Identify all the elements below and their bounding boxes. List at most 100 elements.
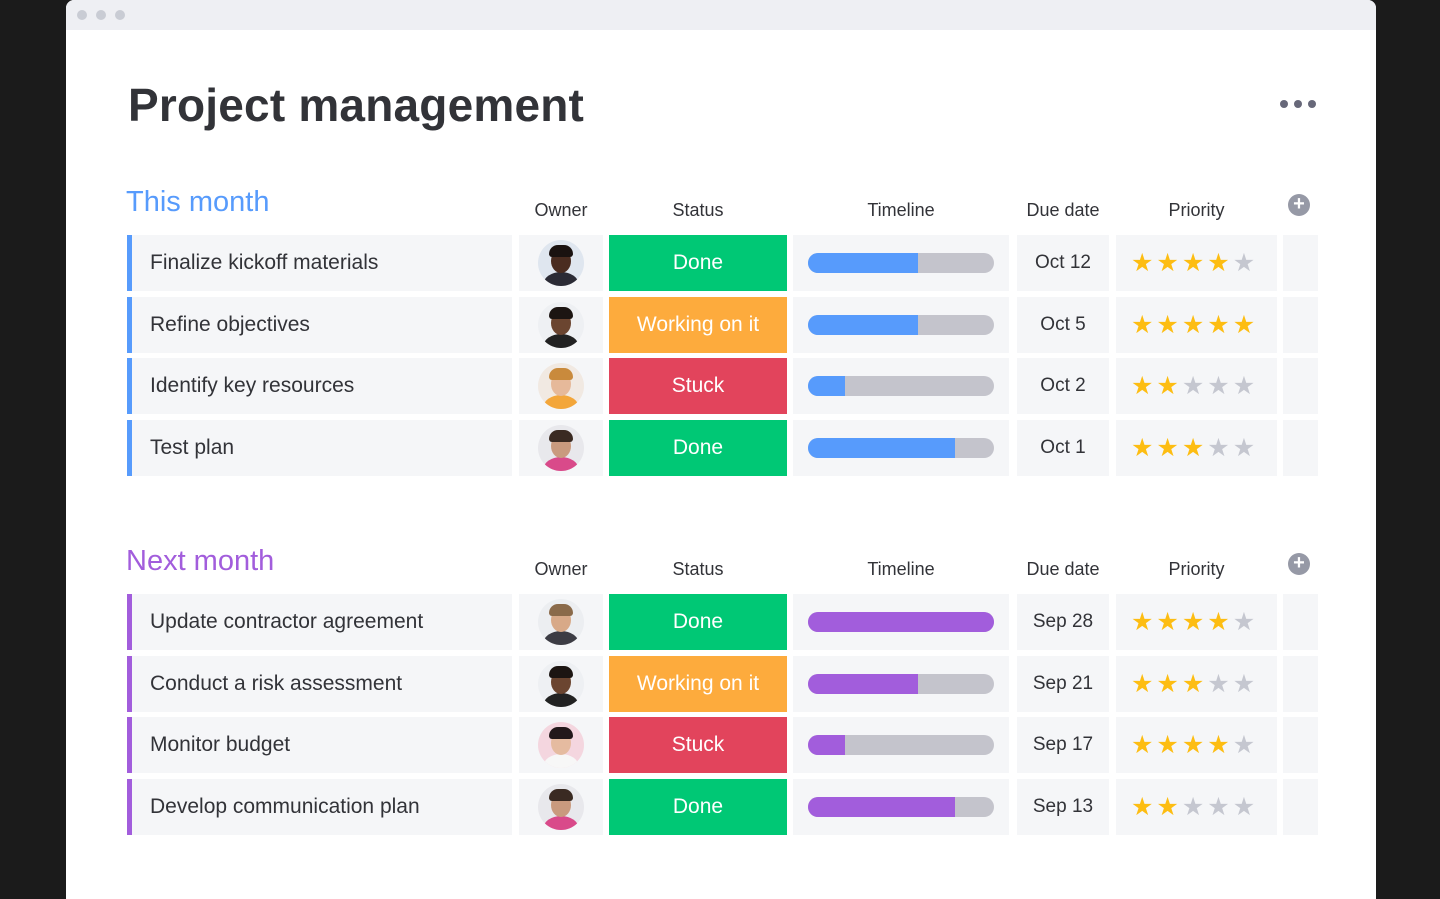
column-header-status[interactable]: Status — [609, 200, 787, 221]
timeline-cell[interactable] — [793, 235, 1009, 291]
star-icon[interactable]: ★ — [1182, 371, 1207, 400]
table-row[interactable]: Conduct a risk assessment Working on it Se… — [66, 655, 1376, 712]
star-icon[interactable]: ★ — [1207, 433, 1232, 462]
star-icon[interactable]: ★ — [1131, 371, 1156, 400]
star-icon[interactable]: ★ — [1233, 248, 1258, 277]
item-name-cell[interactable]: Test plan — [127, 419, 512, 476]
star-icon[interactable]: ★ — [1131, 607, 1156, 636]
column-header-due[interactable]: Due date — [1017, 200, 1109, 221]
status-label[interactable]: Done — [609, 594, 787, 650]
owner-cell[interactable] — [519, 296, 603, 353]
star-icon[interactable]: ★ — [1233, 607, 1258, 636]
star-rating[interactable]: ★★★★★ — [1131, 248, 1258, 277]
owner-cell[interactable] — [519, 235, 603, 291]
priority-rating[interactable]: ★★★★★ — [1116, 296, 1277, 353]
column-header-owner[interactable]: Owner — [519, 559, 603, 580]
star-icon[interactable]: ★ — [1156, 433, 1181, 462]
star-icon[interactable]: ★ — [1156, 792, 1181, 821]
star-icon[interactable]: ★ — [1207, 730, 1232, 759]
star-icon[interactable]: ★ — [1131, 433, 1156, 462]
add-column-icon[interactable]: + — [1288, 194, 1310, 216]
owner-cell[interactable] — [519, 717, 603, 773]
star-icon[interactable]: ★ — [1207, 669, 1232, 698]
item-name[interactable]: Identify key resources — [150, 374, 354, 398]
table-row[interactable]: Monitor budget Stuck Sep 17 ★★★★★ — [66, 717, 1376, 773]
due-date[interactable]: Sep 21 — [1017, 655, 1109, 712]
due-date[interactable]: Sep 17 — [1017, 717, 1109, 773]
due-date[interactable]: Sep 28 — [1017, 594, 1109, 650]
timeline-cell[interactable] — [793, 655, 1009, 712]
avatar[interactable] — [538, 722, 584, 768]
star-icon[interactable]: ★ — [1131, 730, 1156, 759]
table-row[interactable]: Identify key resources Stuck Oct 2 ★★★★★ — [66, 358, 1376, 414]
due-date[interactable]: Oct 12 — [1017, 235, 1109, 291]
star-icon[interactable]: ★ — [1182, 669, 1207, 698]
owner-cell[interactable] — [519, 594, 603, 650]
star-icon[interactable]: ★ — [1207, 310, 1232, 339]
status-label[interactable]: Working on it — [609, 655, 787, 712]
due-date[interactable]: Sep 13 — [1017, 778, 1109, 835]
star-icon[interactable]: ★ — [1131, 792, 1156, 821]
item-name[interactable]: Develop communication plan — [150, 795, 420, 819]
avatar[interactable] — [538, 424, 584, 471]
priority-rating[interactable]: ★★★★★ — [1116, 235, 1277, 291]
table-row[interactable]: Finalize kickoff materials Done Oct 12 ★★★★… — [66, 235, 1376, 291]
timeline-bar[interactable] — [808, 612, 994, 632]
column-header-owner[interactable]: Owner — [519, 200, 603, 221]
item-name[interactable]: Monitor budget — [150, 733, 290, 757]
column-header-priority[interactable]: Priority — [1116, 200, 1277, 221]
item-name-cell[interactable]: Update contractor agreement — [127, 594, 512, 650]
owner-cell[interactable] — [519, 419, 603, 476]
column-header-timeline[interactable]: Timeline — [793, 200, 1009, 221]
star-icon[interactable]: ★ — [1233, 669, 1258, 698]
item-name[interactable]: Conduct a risk assessment — [150, 672, 402, 696]
status-label[interactable]: Done — [609, 419, 787, 476]
add-column-icon[interactable]: + — [1288, 553, 1310, 575]
star-icon[interactable]: ★ — [1156, 730, 1181, 759]
star-icon[interactable]: ★ — [1156, 371, 1181, 400]
column-header-due[interactable]: Due date — [1017, 559, 1109, 580]
more-horizontal-icon[interactable] — [1278, 96, 1318, 112]
avatar[interactable] — [538, 599, 584, 645]
item-name-cell[interactable]: Identify key resources — [127, 358, 512, 414]
star-icon[interactable]: ★ — [1182, 792, 1207, 821]
table-row[interactable]: Update contractor agreement Done Sep 28 ★★★… — [66, 594, 1376, 650]
star-rating[interactable]: ★★★★★ — [1131, 371, 1258, 400]
star-icon[interactable]: ★ — [1182, 248, 1207, 277]
owner-cell[interactable] — [519, 358, 603, 414]
star-icon[interactable]: ★ — [1233, 792, 1258, 821]
window-dot-icon[interactable] — [96, 10, 106, 20]
owner-cell[interactable] — [519, 655, 603, 712]
item-name[interactable]: Finalize kickoff materials — [150, 251, 378, 275]
table-row[interactable]: Develop communication plan Done Sep 13 ★★★★… — [66, 778, 1376, 835]
group-title[interactable]: This month — [126, 186, 269, 219]
table-row[interactable]: Test plan Done Oct 1 ★★★★★ — [66, 419, 1376, 476]
star-icon[interactable]: ★ — [1131, 248, 1156, 277]
column-header-priority[interactable]: Priority — [1116, 559, 1277, 580]
timeline-bar[interactable] — [808, 376, 994, 396]
status-label[interactable]: Stuck — [609, 358, 787, 414]
star-icon[interactable]: ★ — [1233, 433, 1258, 462]
group-title[interactable]: Next month — [126, 545, 274, 578]
status-label[interactable]: Done — [609, 778, 787, 835]
due-date[interactable]: Oct 5 — [1017, 296, 1109, 353]
star-rating[interactable]: ★★★★★ — [1131, 730, 1258, 759]
priority-rating[interactable]: ★★★★★ — [1116, 419, 1277, 476]
star-icon[interactable]: ★ — [1182, 730, 1207, 759]
item-name-cell[interactable]: Refine objectives — [127, 296, 512, 353]
priority-rating[interactable]: ★★★★★ — [1116, 717, 1277, 773]
priority-rating[interactable]: ★★★★★ — [1116, 594, 1277, 650]
timeline-cell[interactable] — [793, 778, 1009, 835]
star-icon[interactable]: ★ — [1156, 607, 1181, 636]
priority-rating[interactable]: ★★★★★ — [1116, 655, 1277, 712]
timeline-cell[interactable] — [793, 419, 1009, 476]
timeline-cell[interactable] — [793, 296, 1009, 353]
star-icon[interactable]: ★ — [1182, 607, 1207, 636]
timeline-cell[interactable] — [793, 594, 1009, 650]
star-icon[interactable]: ★ — [1182, 433, 1207, 462]
window-dot-icon[interactable] — [77, 10, 87, 20]
star-icon[interactable]: ★ — [1233, 371, 1258, 400]
star-icon[interactable]: ★ — [1182, 310, 1207, 339]
star-icon[interactable]: ★ — [1207, 607, 1232, 636]
timeline-bar[interactable] — [808, 796, 994, 817]
